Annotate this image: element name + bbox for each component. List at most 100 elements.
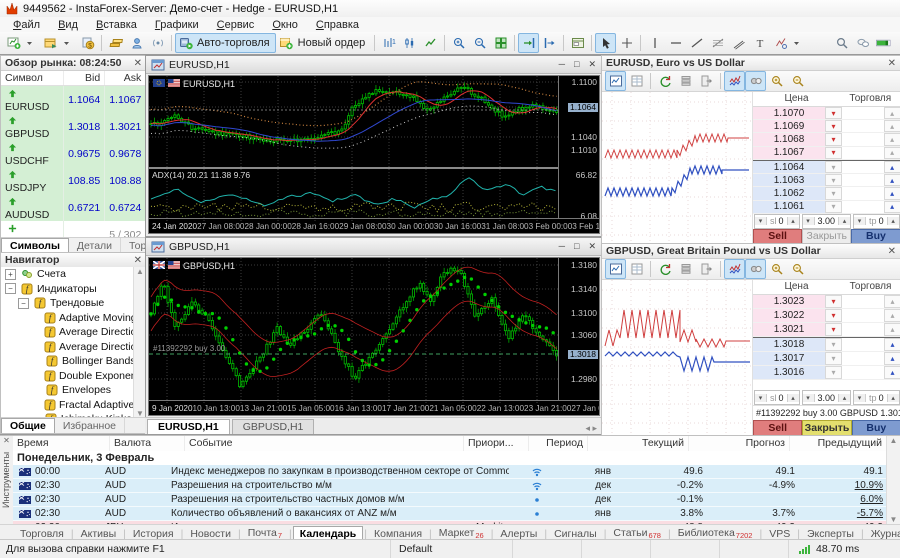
column-header-bid[interactable]: Bid: [64, 71, 105, 86]
position-row[interactable]: #11392292 buy 3.00 GBPUSD 1.3018▾: [753, 405, 900, 420]
sell-at-price-button[interactable]: ▾: [825, 120, 842, 132]
close-icon[interactable]: ✕: [588, 241, 596, 252]
minimize-icon[interactable]: ─: [559, 59, 565, 70]
symbol-row-USDJPY[interactable]: USDJPY108.85108.88: [1, 167, 146, 194]
buy-at-price-button[interactable]: ▴: [884, 201, 900, 213]
crosshair-button[interactable]: [616, 33, 637, 53]
ladder-row[interactable]: 1.1061▾▴: [753, 201, 900, 214]
column-header-символ[interactable]: Символ: [1, 71, 64, 86]
buy-at-price-button[interactable]: ▴: [884, 133, 900, 145]
spin-down-icon[interactable]: ▾: [755, 217, 767, 225]
minimize-icon[interactable]: ─: [559, 241, 565, 252]
close-icon[interactable]: ✕: [888, 246, 896, 257]
tree-item[interactable]: −fТрендовые: [1, 296, 146, 311]
dom-ticks-button[interactable]: [724, 71, 745, 91]
buy-at-price-button[interactable]: ▴: [884, 323, 900, 336]
toolbox-vertical-tab[interactable]: Инструменты: [1, 452, 11, 508]
spin-down-icon[interactable]: ▾: [854, 394, 866, 402]
symbol-row-GBPUSD[interactable]: GBPUSD1.30181.3021: [1, 113, 146, 140]
calendar-event-row[interactable]: 02:30AUDКоличество объявлений о вакансия…: [13, 507, 887, 521]
sell-at-price-button[interactable]: ▾: [825, 147, 842, 159]
stop-loss-spinner[interactable]: ▾sl0▴: [754, 390, 800, 405]
spin-down-icon[interactable]: ▾: [755, 394, 767, 402]
stop-loss-spinner[interactable]: ▾sl0▴: [754, 214, 800, 229]
buy-at-price-button[interactable]: ▴: [884, 309, 900, 322]
dom-book-button[interactable]: [626, 259, 647, 279]
dom-circles-button[interactable]: [745, 259, 766, 279]
spin-up-icon[interactable]: ▴: [838, 217, 850, 225]
menu-item-графики[interactable]: Графики: [146, 19, 208, 31]
ladder-trade-cell[interactable]: [842, 295, 884, 308]
status-profile[interactable]: Default: [390, 540, 512, 558]
chart-window-titlebar[interactable]: EURUSD,H1 ─□✕: [146, 56, 602, 74]
calendar-event-row[interactable]: 02:30AUDРазрешения на строительство м/мд…: [13, 479, 887, 493]
ladder-trade-cell[interactable]: [842, 147, 884, 159]
tree-item[interactable]: fFractal Adaptive Moving Average: [1, 398, 146, 413]
sell-at-price-button[interactable]: ▾: [825, 295, 842, 308]
sell-at-price-button[interactable]: ▾: [825, 309, 842, 322]
spin-down-icon[interactable]: ▾: [803, 217, 815, 225]
spin-up-icon[interactable]: ▴: [787, 217, 799, 225]
alerts-button[interactable]: [147, 33, 168, 53]
dom-refresh-button[interactable]: [654, 71, 675, 91]
ladder-trade-cell[interactable]: [842, 323, 884, 336]
auto-scroll-button[interactable]: [518, 33, 539, 53]
navigator-tab-2[interactable]: Избранное: [55, 418, 125, 433]
spin-up-icon[interactable]: ▴: [887, 217, 899, 225]
chart-area-eurusd[interactable]: EURUSD,H1 ADX(14) 20.21 11.38 9.76 1.110…: [148, 75, 600, 234]
chart-shift-button[interactable]: [539, 33, 560, 53]
close-icon[interactable]: ✕: [888, 58, 896, 69]
ladder-trade-cell[interactable]: [842, 338, 884, 351]
spin-up-icon[interactable]: ▴: [787, 394, 799, 402]
menu-item-вид[interactable]: Вид: [49, 19, 87, 31]
status-latency[interactable]: 48.70 ms: [788, 540, 900, 558]
ladder-row[interactable]: 1.3017▾▴: [753, 352, 900, 366]
ladder-trade-cell[interactable]: [842, 352, 884, 365]
sell-at-price-button[interactable]: ▾: [825, 161, 842, 173]
sell-at-price-button[interactable]: ▾: [825, 338, 842, 351]
symbol-row-USDCHF[interactable]: USDCHF0.96750.9678: [1, 140, 146, 167]
buy-button[interactable]: Buy: [852, 420, 900, 436]
menu-item-справка[interactable]: Справка: [307, 19, 368, 31]
sell-at-price-button[interactable]: ▾: [825, 133, 842, 145]
close-icon[interactable]: ✕: [588, 59, 596, 70]
spin-down-icon[interactable]: ▾: [803, 394, 815, 402]
maximize-icon[interactable]: □: [574, 241, 579, 252]
symbol-row-EURUSD[interactable]: EURUSD1.10641.1067: [1, 86, 146, 114]
dom-zoom-out-button[interactable]: [787, 259, 808, 279]
volume-spinner[interactable]: ▾3.00▴: [802, 214, 852, 229]
sell-at-price-button[interactable]: ▾: [825, 187, 842, 199]
sell-at-price-button[interactable]: ▾: [825, 323, 842, 336]
dom-chart-button[interactable]: [605, 71, 626, 91]
menu-item-вставка[interactable]: Вставка: [87, 19, 146, 31]
ladder-trade-cell[interactable]: [842, 201, 884, 213]
zoom-in-button[interactable]: [448, 33, 469, 53]
column-header-7[interactable]: Прогноз: [689, 436, 790, 451]
take-profit-spinner[interactable]: ▾tp0▴: [853, 214, 900, 229]
calendar-event-row[interactable]: 00:00AUDИндекс менеджеров по закупкам в …: [13, 465, 887, 479]
symbol-row-AUDUSD[interactable]: AUDUSD0.67210.6724: [1, 194, 146, 221]
volume-spinner[interactable]: ▾3.00▴: [802, 390, 852, 405]
ladder-trade-cell[interactable]: [842, 161, 884, 173]
dom-depth-button[interactable]: [675, 71, 696, 91]
column-header-5[interactable]: Период: [529, 436, 588, 451]
close-position-button[interactable]: Закрыть: [802, 229, 851, 244]
buy-at-price-button[interactable]: ▴: [884, 352, 900, 365]
buy-at-price-button[interactable]: ▴: [884, 366, 900, 379]
column-header-2[interactable]: Валюта: [110, 436, 185, 451]
ladder-row[interactable]: 1.3023▾▴: [753, 295, 900, 309]
ladder-trade-cell[interactable]: [842, 107, 884, 119]
new-order-button[interactable]: Новый ордер: [276, 33, 372, 53]
chat-button[interactable]: [852, 33, 873, 53]
buy-at-price-button[interactable]: ▴: [884, 174, 900, 186]
maximize-icon[interactable]: □: [574, 59, 579, 70]
time-axis-gbpusd[interactable]: 9 Jan 202010 Jan 13:0013 Jan 21:0015 Jan…: [149, 400, 599, 415]
dom-chart-button[interactable]: [605, 259, 626, 279]
market-watch-tab-2[interactable]: Детали: [69, 238, 121, 253]
tree-item[interactable]: fEnvelopes: [1, 383, 146, 398]
dom-ticks-button[interactable]: [724, 259, 745, 279]
bars-button[interactable]: 1: [378, 33, 399, 53]
sell-at-price-button[interactable]: ▾: [825, 201, 842, 213]
column-header-6[interactable]: Текущий: [588, 436, 689, 451]
tree-item[interactable]: fAdaptive Moving Average: [1, 311, 146, 326]
